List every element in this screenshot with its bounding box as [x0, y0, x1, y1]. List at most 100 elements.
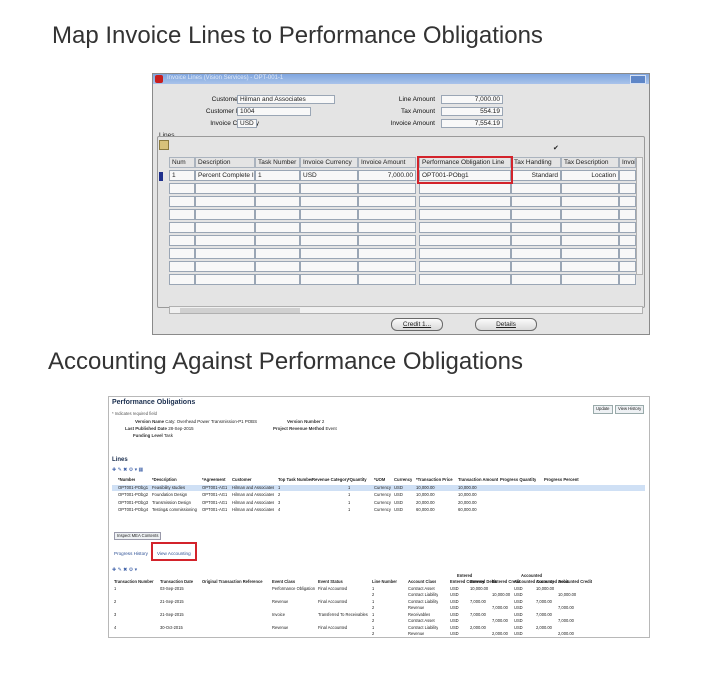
- grid-cell-empty[interactable]: [419, 274, 511, 285]
- cell-invoice-more[interactable]: [619, 170, 636, 181]
- grid-row-1[interactable]: 1 Percent Complete I 1 USD 7,000.00 OPT0…: [159, 170, 643, 183]
- grid-cell-empty[interactable]: [511, 209, 561, 220]
- grid-row-empty[interactable]: [169, 222, 643, 235]
- grid-cell-empty[interactable]: [358, 222, 416, 233]
- cell-num[interactable]: 1: [169, 170, 195, 181]
- grid-row-empty[interactable]: [169, 248, 643, 261]
- grid-cell-empty[interactable]: [419, 248, 511, 259]
- grid-cell-empty[interactable]: [195, 274, 255, 285]
- grid-cell-empty[interactable]: [169, 183, 195, 194]
- cell-invoice-amount[interactable]: 7,000.00: [358, 170, 416, 181]
- line-amount-field[interactable]: 7,000.00: [441, 95, 503, 104]
- grid-row-empty[interactable]: [169, 274, 643, 287]
- customer-name-field[interactable]: Hilman and Associates: [237, 95, 335, 104]
- grid-cell-empty[interactable]: [511, 235, 561, 246]
- grid-cell-empty[interactable]: [169, 196, 195, 207]
- grid-cell-empty[interactable]: [300, 183, 358, 194]
- grid-cell-empty[interactable]: [255, 183, 300, 194]
- cell-tax-description[interactable]: Location: [561, 170, 619, 181]
- grid-cell-empty[interactable]: [358, 235, 416, 246]
- table-row[interactable]: OPT001-PObg3 Transmission Design OPT001-AG…: [112, 500, 645, 506]
- scroll-thumb[interactable]: [180, 308, 300, 313]
- grid-cell-empty[interactable]: [358, 261, 416, 272]
- grid-cell-empty[interactable]: [619, 183, 636, 194]
- grid-row-empty[interactable]: [169, 235, 643, 248]
- checkmark-icon[interactable]: ✔: [553, 144, 559, 152]
- grid-row-empty[interactable]: [169, 209, 643, 222]
- table-row[interactable]: 2 Contract Liability USD 10,000.00 USD 10,000…: [112, 592, 645, 598]
- table-row[interactable]: 2 Revenue USD 7,000.00 USD 7,000.00: [112, 605, 645, 611]
- grid-cell-empty[interactable]: [255, 274, 300, 285]
- customer-number-field[interactable]: 1004: [237, 107, 311, 116]
- table-row[interactable]: OPT001-PObg4 Testing& commissioning OPT001…: [112, 507, 645, 513]
- window-controls-icon[interactable]: [630, 75, 646, 84]
- grid-cell-empty[interactable]: [511, 274, 561, 285]
- grid-cell-empty[interactable]: [419, 261, 511, 272]
- grid-cell-empty[interactable]: [561, 261, 619, 272]
- grid-cell-empty[interactable]: [511, 261, 561, 272]
- grid-cell-empty[interactable]: [195, 183, 255, 194]
- details-button[interactable]: Details: [475, 318, 537, 331]
- table-row[interactable]: OPT001-PObg1 Feasibility studies OPT001-AG…: [112, 484, 645, 491]
- grid-cell-empty[interactable]: [419, 209, 511, 220]
- grid-cell-empty[interactable]: [169, 209, 195, 220]
- update-button[interactable]: Update: [593, 405, 613, 414]
- grid-cell-empty[interactable]: [255, 209, 300, 220]
- grid-cell-empty[interactable]: [419, 196, 511, 207]
- vertical-scrollbar[interactable]: [636, 157, 643, 275]
- grid-cell-empty[interactable]: [195, 235, 255, 246]
- grid-cell-empty[interactable]: [358, 183, 416, 194]
- grid-cell-empty[interactable]: [619, 248, 636, 259]
- grid-cell-empty[interactable]: [255, 222, 300, 233]
- grid-cell-empty[interactable]: [255, 235, 300, 246]
- grid-cell-empty[interactable]: [195, 248, 255, 259]
- cell-description[interactable]: Percent Complete I: [195, 170, 255, 181]
- grid-cell-empty[interactable]: [255, 248, 300, 259]
- cell-tax-handling[interactable]: Standard: [511, 170, 561, 181]
- grid-cell-empty[interactable]: [169, 235, 195, 246]
- inspect-mea-button[interactable]: Inspect MEA Contents: [114, 532, 162, 540]
- grid-cell-empty[interactable]: [358, 274, 416, 285]
- grid-cell-empty[interactable]: [561, 274, 619, 285]
- view-history-button[interactable]: View History: [615, 405, 645, 414]
- horizontal-scrollbar[interactable]: [169, 306, 643, 314]
- grid-cell-empty[interactable]: [195, 222, 255, 233]
- accounting-toolbar-icons[interactable]: ✚ ✎ ✖ ⚙ ▾: [112, 567, 137, 573]
- grid-cell-empty[interactable]: [561, 209, 619, 220]
- grid-row-empty[interactable]: [169, 183, 643, 196]
- grid-cell-empty[interactable]: [561, 222, 619, 233]
- table-row[interactable]: 1 03-Sep-2015 Performance Obligation Final …: [112, 586, 645, 592]
- grid-cell-empty[interactable]: [511, 196, 561, 207]
- invoice-amount-field[interactable]: 7,554.19: [441, 119, 503, 128]
- grid-cell-empty[interactable]: [561, 196, 619, 207]
- grid-cell-empty[interactable]: [419, 183, 511, 194]
- table-row[interactable]: 4 30-Oct-2015 Revenue Final Accounted 1 Contr…: [112, 625, 645, 631]
- grid-cell-empty[interactable]: [195, 209, 255, 220]
- table-row[interactable]: 3 21-Sep-2015 Invoice Transferred To Receiv…: [112, 612, 645, 618]
- grid-cell-empty[interactable]: [300, 261, 358, 272]
- grid-cell-empty[interactable]: [561, 183, 619, 194]
- credit-button[interactable]: Credit 1...: [391, 318, 443, 331]
- grid-cell-empty[interactable]: [619, 235, 636, 246]
- grid-cell-empty[interactable]: [169, 274, 195, 285]
- grid-row-empty[interactable]: [169, 261, 643, 274]
- tax-amount-field[interactable]: 554.19: [441, 107, 503, 116]
- grid-cell-empty[interactable]: [619, 222, 636, 233]
- grid-cell-empty[interactable]: [561, 248, 619, 259]
- grid-cell-empty[interactable]: [300, 209, 358, 220]
- grid-cell-empty[interactable]: [358, 196, 416, 207]
- tab-progress-history[interactable]: Progress History: [114, 551, 148, 556]
- table-row[interactable]: 2 Contract Asset USD 7,000.00 USD 7,000.00: [112, 618, 645, 624]
- cell-task-number[interactable]: 1: [255, 170, 300, 181]
- grid-cell-empty[interactable]: [300, 196, 358, 207]
- grid-cell-empty[interactable]: [561, 235, 619, 246]
- grid-cell-empty[interactable]: [619, 209, 636, 220]
- table-row[interactable]: 2 21-Sep-2015 Revenue Final Accounted 1 Contr…: [112, 599, 645, 605]
- grid-cell-empty[interactable]: [169, 222, 195, 233]
- grid-cell-empty[interactable]: [169, 261, 195, 272]
- grid-cell-empty[interactable]: [419, 222, 511, 233]
- cell-invoice-currency[interactable]: USD: [300, 170, 358, 181]
- invoice-currency-field[interactable]: USD: [237, 119, 257, 128]
- grid-cell-empty[interactable]: [511, 248, 561, 259]
- grid-cell-empty[interactable]: [300, 235, 358, 246]
